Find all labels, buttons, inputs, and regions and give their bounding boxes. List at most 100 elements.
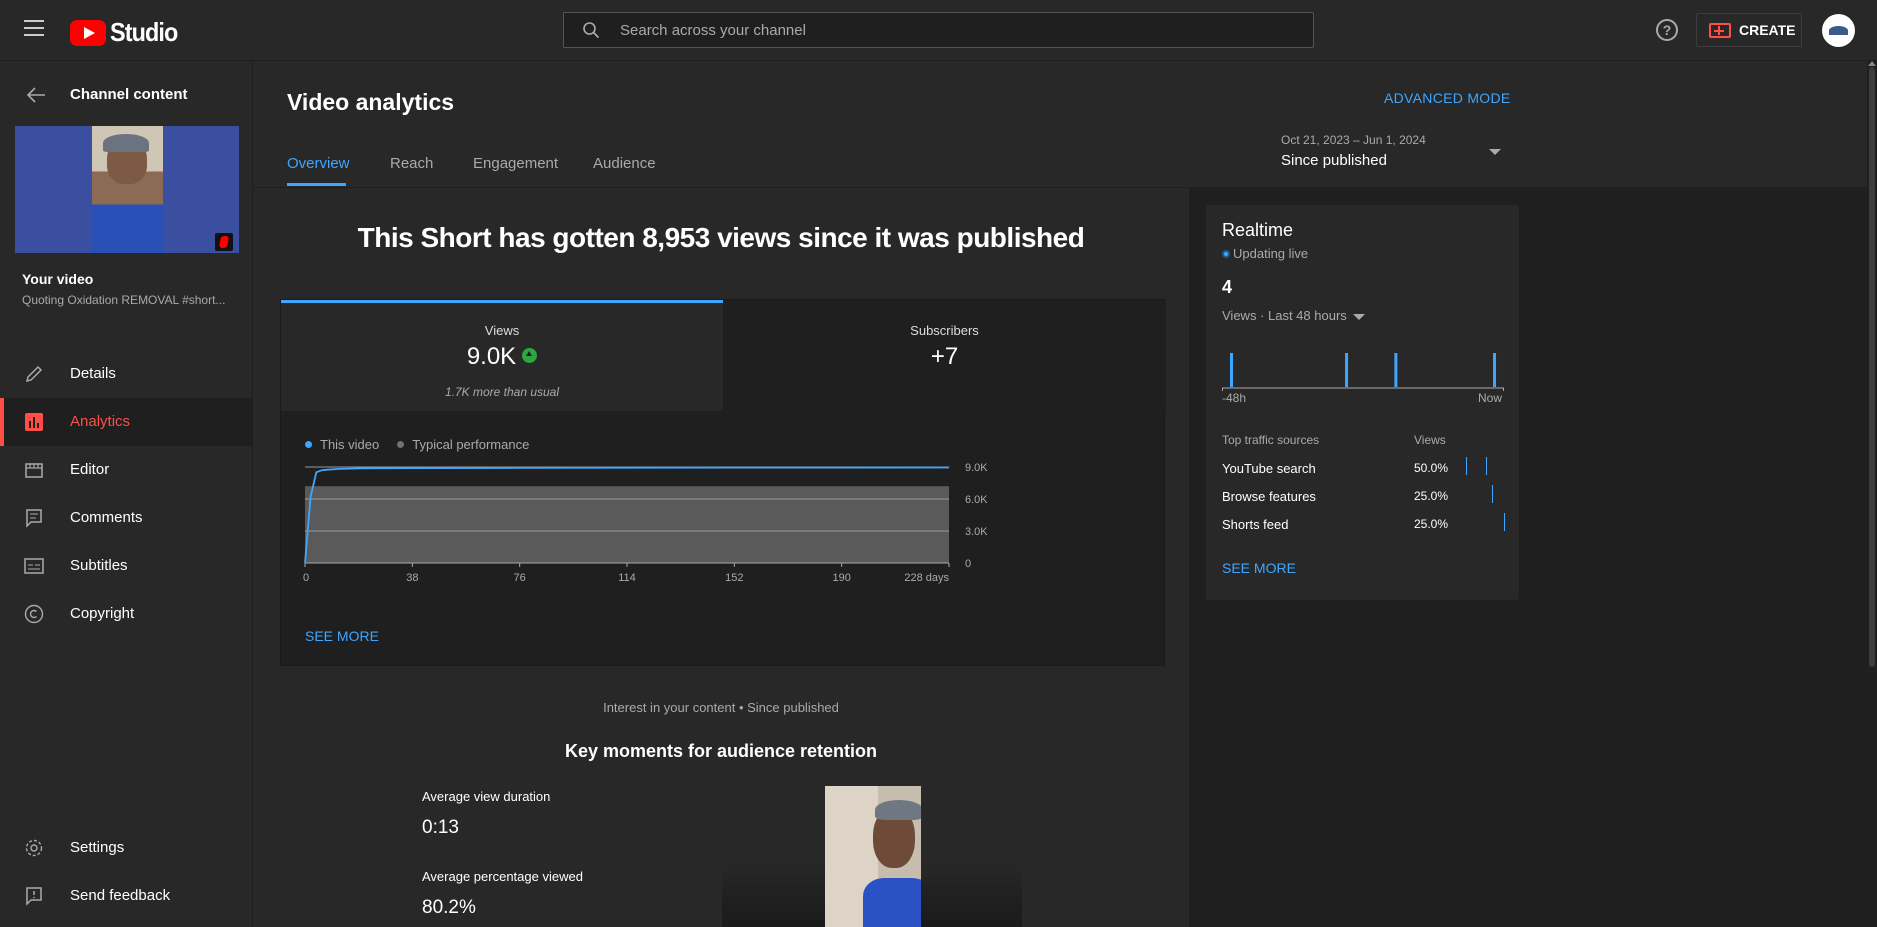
realtime-axis-end: Now: [1478, 391, 1503, 405]
realtime-card: Realtime Updating live 4 Views · Last 48…: [1206, 205, 1519, 600]
top-traffic-sources-header: Top traffic sources: [1222, 433, 1320, 447]
avg-pct-viewed-label: Average percentage viewed: [422, 869, 583, 884]
views-value: 9.0K: [466, 343, 517, 370]
source-pct: 25.0%: [1414, 489, 1449, 503]
date-range-label: Since published: [1281, 152, 1387, 169]
hamburger-menu-icon[interactable]: [24, 20, 44, 36]
video-title[interactable]: Quoting Oxidation REMOVAL #short...: [22, 293, 225, 307]
legend-typical: Typical performance: [397, 437, 529, 452]
legend-label: Typical performance: [412, 437, 530, 452]
realtime-axis-start: -48h: [1222, 391, 1247, 405]
frame-shirt: [863, 878, 921, 927]
search-icon: [583, 22, 600, 39]
source-bar: [1486, 457, 1487, 475]
metric-comparison: 1.7K more than usual: [444, 385, 560, 399]
logo-text: Studio: [110, 17, 178, 47]
legend-dot: [305, 441, 312, 449]
source-bar: [1492, 485, 1493, 503]
back-to-channel-content[interactable]: Channel content: [0, 82, 253, 108]
source-bar: [1504, 513, 1505, 531]
metrics-card: Views 9.0K 1.7K more than usual Subscrib…: [280, 299, 1166, 666]
sidebar-item-label: Settings: [70, 839, 125, 856]
sidebar-item-send-feedback[interactable]: Send feedback: [0, 872, 253, 920]
sidebar-item-copyright[interactable]: Copyright: [0, 590, 253, 638]
sidebar: Channel content Your video Quoting Oxida…: [0, 61, 253, 927]
arrow-up-icon: [522, 348, 538, 364]
subscribers-value: +7: [930, 343, 959, 370]
realtime-see-more-link[interactable]: SEE MORE: [1222, 560, 1296, 576]
feedback-icon: [26, 887, 42, 906]
account-avatar[interactable]: [1822, 14, 1855, 47]
youtube-logo-icon: [70, 19, 106, 46]
metric-tab-views[interactable]: Views 9.0K 1.7K more than usual: [281, 300, 723, 411]
realtime-bar: [1394, 353, 1398, 387]
back-label: Channel content: [70, 86, 188, 103]
avg-view-duration-value: 0:13: [422, 817, 459, 838]
source-pct: 25.0%: [1414, 517, 1449, 531]
x-tick-label: 0: [303, 572, 309, 584]
sidebar-item-settings[interactable]: Settings: [0, 824, 253, 872]
top-bar: Studio Search across your channel ? CREA…: [0, 0, 1877, 61]
caret-down-icon: [1489, 149, 1501, 155]
subtitles-icon: [24, 558, 44, 574]
shorts-icon: [215, 233, 233, 251]
realtime-count: 4: [1222, 277, 1233, 297]
sidebar-item-editor[interactable]: Editor: [0, 446, 253, 494]
avg-view-duration-label: Average view duration: [422, 789, 551, 804]
traffic-source-row: Shorts feed 25.0%: [1222, 513, 1505, 537]
sidebar-item-label: Subtitles: [70, 557, 128, 574]
y-tick-label: 9.0K: [965, 462, 988, 474]
pencil-icon: [25, 365, 43, 383]
realtime-bar: [1345, 353, 1349, 387]
y-tick-label: 3.0K: [965, 526, 988, 538]
updating-live: Updating live: [1222, 246, 1308, 261]
active-tab-indicator: [287, 183, 346, 186]
scroll-up-arrow-icon[interactable]: [1868, 61, 1876, 66]
x-tick-label: 152: [725, 572, 743, 584]
x-tick-label: 190: [832, 572, 850, 584]
source-name: Browse features: [1222, 489, 1316, 504]
scroll-thumb[interactable]: [1869, 67, 1875, 667]
create-button[interactable]: CREATE: [1696, 13, 1802, 47]
sidebar-item-label: Copyright: [70, 605, 135, 622]
tab-reach[interactable]: Reach: [390, 155, 433, 172]
create-video-icon: [1709, 22, 1731, 38]
metric-tab-subscribers[interactable]: Subscribers +7: [723, 300, 1166, 411]
views-headline: This Short has gotten 8,953 views since …: [357, 222, 1085, 253]
avg-pct-viewed-value: 80.2%: [422, 897, 476, 918]
help-icon[interactable]: ?: [1656, 19, 1678, 41]
sidebar-item-details[interactable]: Details: [0, 350, 253, 398]
retention-video-frame[interactable]: [825, 786, 921, 927]
gear-icon: [25, 839, 43, 857]
source-name: YouTube search: [1222, 461, 1316, 476]
video-thumbnail[interactable]: [15, 126, 239, 253]
tab-engagement[interactable]: Engagement: [473, 155, 558, 172]
y-tick-label: 0: [965, 558, 971, 570]
sidebar-item-subtitles[interactable]: Subtitles: [0, 542, 253, 590]
editor-icon: [25, 463, 43, 478]
your-video-label: Your video: [22, 271, 94, 287]
see-more-link[interactable]: SEE MORE: [305, 628, 379, 644]
back-arrow-icon: [26, 87, 45, 103]
analytics-icon: [25, 413, 43, 431]
create-label: CREATE: [1739, 22, 1796, 38]
sidebar-item-label: Comments: [70, 509, 143, 526]
tab-overview[interactable]: Overview: [287, 155, 350, 172]
advanced-mode-link[interactable]: ADVANCED MODE: [1384, 90, 1511, 106]
x-tick-label: 38: [406, 572, 418, 584]
copyright-icon: [24, 604, 44, 624]
scrollbar[interactable]: [1867, 61, 1877, 927]
sidebar-item-analytics[interactable]: Analytics: [0, 398, 253, 446]
traffic-source-row: YouTube search 50.0%: [1222, 457, 1502, 481]
studio-logo[interactable]: Studio: [70, 17, 185, 48]
y-tick-label: 6.0K: [965, 494, 988, 506]
sidebar-item-comments[interactable]: Comments: [0, 494, 253, 542]
metric-label: Views: [484, 323, 520, 338]
metric-value: 9.0K: [281, 343, 723, 371]
tab-audience[interactable]: Audience: [593, 155, 656, 172]
comments-icon: [26, 509, 42, 528]
chart-legend: This video Typical performance: [305, 437, 529, 452]
search-placeholder: Search across your channel: [620, 22, 806, 39]
realtime-metric-selector[interactable]: Views · Last 48 hours: [1222, 308, 1365, 323]
search-input[interactable]: Search across your channel: [563, 12, 1314, 48]
